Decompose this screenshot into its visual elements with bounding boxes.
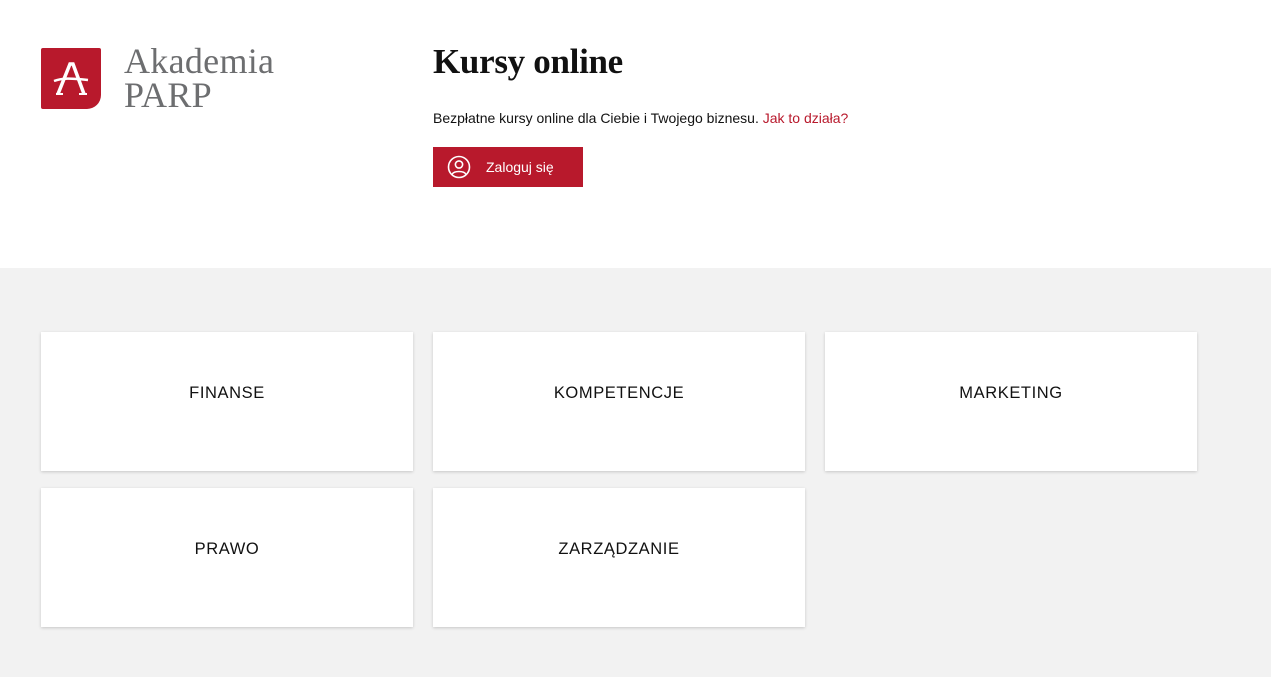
- lead-text: Bezpłatne kursy online dla Ciebie i Twoj…: [433, 110, 759, 126]
- category-card-zarzadzanie[interactable]: ZARZĄDZANIE: [433, 488, 805, 627]
- category-label: PRAWO: [194, 540, 260, 558]
- category-card-kompetencje[interactable]: KOMPETENCJE: [433, 332, 805, 471]
- category-label: ZARZĄDZANIE: [558, 540, 680, 558]
- user-circle-icon: [447, 155, 471, 179]
- category-card-marketing[interactable]: MARKETING: [825, 332, 1197, 471]
- logo-line-2: PARP: [124, 75, 212, 115]
- category-label: FINANSE: [189, 384, 265, 402]
- category-label: MARKETING: [959, 384, 1063, 402]
- akademia-logo-mark-icon: [41, 48, 101, 109]
- category-card-prawo[interactable]: PRAWO: [41, 488, 413, 627]
- login-button[interactable]: Zaloguj się: [433, 147, 583, 187]
- hero-section: Kursy online Bezpłatne kursy online dla …: [433, 40, 848, 187]
- lead-paragraph: Bezpłatne kursy online dla Ciebie i Twoj…: [433, 109, 848, 127]
- how-it-works-link[interactable]: Jak to działa?: [763, 110, 849, 126]
- login-button-label: Zaloguj się: [486, 159, 554, 175]
- page-title: Kursy online: [433, 42, 623, 81]
- category-card-finanse[interactable]: FINANSE: [41, 332, 413, 471]
- page-header: Akademia PARP Kursy online Bezpłatne kur…: [0, 0, 1271, 268]
- logo-line-1: Akademia: [124, 41, 275, 81]
- logo-wordmark: Akademia PARP: [124, 41, 275, 115]
- categories-section: FINANSE KOMPETENCJE MARKETING PRAWO ZARZ…: [0, 268, 1271, 677]
- akademia-parp-logo[interactable]: Akademia PARP: [41, 41, 275, 115]
- category-label: KOMPETENCJE: [553, 384, 685, 402]
